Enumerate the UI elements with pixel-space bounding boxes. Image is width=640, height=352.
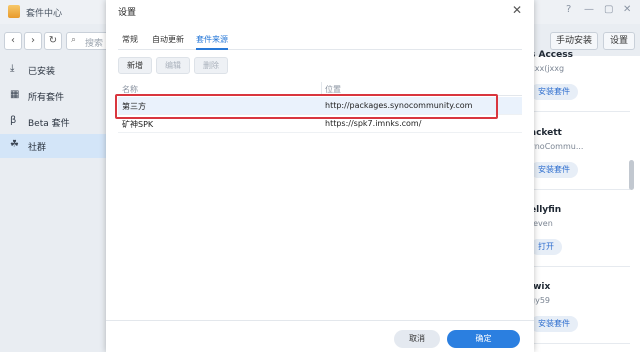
package-card[interactable]: s Access xxx(jxxg 安装套件 [530,44,630,112]
dialog-close-icon[interactable]: ✕ [512,3,522,17]
cancel-button[interactable]: 取消 [394,330,440,348]
source-name: 矿神SPK [122,120,154,129]
grid-icon: ▦ [10,89,20,100]
forward-button[interactable]: › [24,32,42,50]
edit-button[interactable]: 编辑 [156,57,190,74]
minimize-icon[interactable]: — [584,4,594,15]
scrollbar[interactable] [629,160,634,190]
sidebar: ⤓ 已安装 ▦ 所有套件 β Beta 套件 ☘ 社群 [0,56,106,352]
search-placeholder: 搜索 [85,39,104,49]
package-name: ellyfin [530,205,562,215]
sidebar-item-label: 所有套件 [28,93,65,103]
dialog-tabs: 常规 自动更新 套件来源 [118,32,522,50]
package-author: xxx(jxxg [530,64,565,73]
ok-button[interactable]: 确定 [447,330,520,348]
sidebar-item-community[interactable]: ☘ 社群 [0,134,106,158]
sidebar-item-label: Beta 套件 [28,119,70,129]
dialog-footer: 取消 确定 [106,320,534,352]
tab-general[interactable]: 常规 [122,34,138,45]
maximize-icon[interactable]: ▢ [604,4,613,15]
help-icon[interactable]: ? [566,4,571,15]
tab-package-sources[interactable]: 套件来源 [196,34,228,50]
source-location: https://spk7.imnks.com/ [325,119,422,128]
package-list: s Access xxx(jxxg 安装套件 ackett ynoCommu..… [530,50,640,352]
community-icon: ☘ [10,139,19,150]
app-title: 套件中心 [26,9,63,19]
package-name: ackett [530,128,562,138]
sidebar-item-all-packages[interactable]: ▦ 所有套件 [0,84,106,108]
refresh-button[interactable]: ↻ [44,32,62,50]
tab-auto-update[interactable]: 自动更新 [152,34,184,45]
install-button[interactable]: 安装套件 [530,162,578,178]
close-icon[interactable]: ✕ [623,4,631,15]
sidebar-item-beta[interactable]: β Beta 套件 [0,110,106,134]
settings-dialog: 设置 ✕ 常规 自动更新 套件来源 新增 编辑 删除 名称 位置 第三方 htt… [106,0,534,352]
install-button[interactable]: 安装套件 [530,316,578,332]
delete-button[interactable]: 删除 [194,57,228,74]
package-author: ynoCommu... [530,142,584,151]
search-icon: ⌕ [71,35,77,45]
sidebar-item-installed[interactable]: ⤓ 已安装 [0,58,106,82]
download-icon: ⤓ [10,63,15,74]
package-name: s Access [530,50,573,60]
package-card[interactable]: ellyfin teven 打开 [530,199,630,267]
add-button[interactable]: 新增 [118,57,152,74]
package-card[interactable]: iwix gy59 安装套件 [530,276,630,344]
install-button[interactable]: 安装套件 [530,84,578,100]
beta-icon: β [10,115,17,126]
open-button[interactable]: 打开 [530,239,562,255]
package-card[interactable]: ackett ynoCommu... 安装套件 [530,122,630,190]
sidebar-item-label: 已安装 [28,67,56,77]
package-center-logo-icon [8,5,20,18]
back-button[interactable]: ‹ [4,32,22,50]
annotation-highlight-box [115,94,498,119]
sidebar-item-label: 社群 [28,143,47,153]
dialog-title: 设置 [118,8,137,18]
